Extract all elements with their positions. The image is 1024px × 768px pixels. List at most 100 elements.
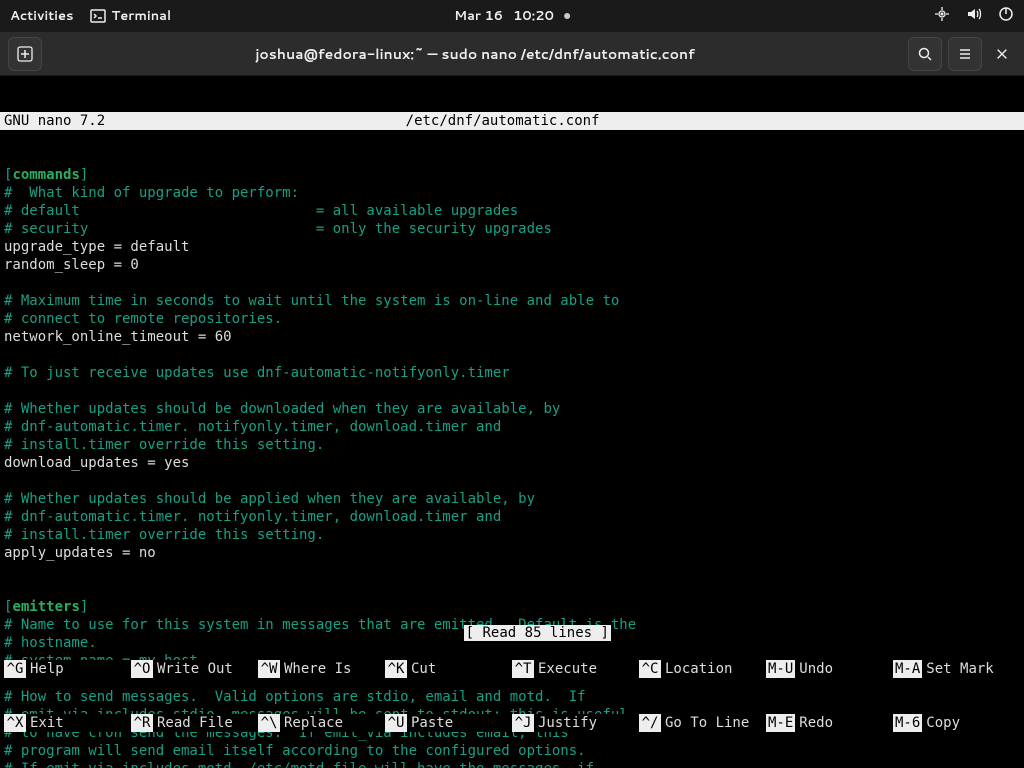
editor-line <box>4 382 1020 400</box>
editor-line: # Maximum time in seconds to wait until … <box>4 292 1020 310</box>
editor-line <box>4 472 1020 490</box>
editor-line: # dnf-automatic.timer. notifyonly.timer,… <box>4 508 1020 526</box>
shortcut-label: Copy <box>926 714 960 732</box>
menu-button[interactable] <box>948 37 982 71</box>
editor-line: # To just receive updates use dnf-automa… <box>4 364 1020 382</box>
new-tab-button[interactable] <box>8 37 42 71</box>
shortcut-label: Paste <box>411 714 453 732</box>
shortcut-key: M-U <box>766 660 795 678</box>
nano-shortcut: ^XExit <box>4 714 131 732</box>
running-app-terminal[interactable]: Terminal <box>90 7 172 25</box>
editor-line: # install.timer override this setting. <box>4 436 1020 454</box>
nano-shortcut: ^GHelp <box>4 660 131 678</box>
nano-version: GNU nano 7.2 <box>4 112 105 130</box>
shortcut-label: Execute <box>538 660 597 678</box>
nano-shortcut: ^KCut <box>385 660 512 678</box>
shortcut-key: M-A <box>893 660 922 678</box>
shortcut-label: Justify <box>538 714 597 732</box>
terminal-icon <box>90 8 106 24</box>
shortcut-label: Redo <box>799 714 833 732</box>
topbar-date: Mar 16 <box>454 7 503 25</box>
editor-line: upgrade_type = default <box>4 238 1020 256</box>
shortcut-key: ^C <box>639 660 661 678</box>
shortcut-label: Set Mark <box>926 660 993 678</box>
shortcut-key: ^O <box>131 660 153 678</box>
window-title: joshua@fedora-linux:~ — sudo nano /etc/d… <box>42 44 908 64</box>
editor-line: # Whether updates should be applied when… <box>4 490 1020 508</box>
system-tray[interactable] <box>934 6 1014 27</box>
gnome-topbar: Activities Terminal Mar 16 10:20 <box>0 0 1024 32</box>
editor-line: network_online_timeout = 60 <box>4 328 1020 346</box>
editor-line: # security = only the security upgrades <box>4 220 1020 238</box>
shortcut-key: ^U <box>385 714 407 732</box>
shortcut-key: M-E <box>766 714 795 732</box>
editor-line: # dnf-automatic.timer. notifyonly.timer,… <box>4 418 1020 436</box>
plus-icon <box>17 46 33 62</box>
nano-shortcut: ^TExecute <box>512 660 639 678</box>
shortcut-key: ^G <box>4 660 26 678</box>
editor-line: # connect to remote repositories. <box>4 310 1020 328</box>
nano-shortcut: M-UUndo <box>766 660 893 678</box>
topbar-time: 10:20 <box>513 7 554 25</box>
notification-dot-icon <box>564 13 570 19</box>
editor-line <box>4 346 1020 364</box>
nano-shortcuts-row-2: ^XExit^RRead File^\Replace^UPaste^JJusti… <box>0 714 1024 732</box>
search-button[interactable] <box>908 37 942 71</box>
shortcut-label: Exit <box>30 714 64 732</box>
shortcut-label: Replace <box>284 714 343 732</box>
editor-line: apply_updates = no <box>4 544 1020 562</box>
nano-shortcut: ^JJustify <box>512 714 639 732</box>
network-icon <box>934 6 950 27</box>
nano-status-message: [ Read 85 lines ] <box>464 625 611 641</box>
nano-filepath: /etc/dnf/automatic.conf <box>105 112 900 130</box>
shortcut-label: Undo <box>799 660 833 678</box>
terminal-viewport[interactable]: GNU nano 7.2 /etc/dnf/automatic.conf [co… <box>0 76 1024 768</box>
nano-shortcuts-row-1: ^GHelp^OWrite Out^WWhere Is^KCut^TExecut… <box>0 660 1024 678</box>
shortcut-key: ^/ <box>639 714 661 732</box>
shortcut-label: Location <box>665 660 732 678</box>
editor-line: [commands] <box>4 166 1020 184</box>
shortcut-key: ^R <box>131 714 153 732</box>
shortcut-key: ^\ <box>258 714 280 732</box>
close-icon <box>995 47 1009 61</box>
shortcut-label: Write Out <box>157 660 233 678</box>
editor-line: download_updates = yes <box>4 454 1020 472</box>
shortcut-label: Help <box>30 660 64 678</box>
shortcut-label: Read File <box>157 714 233 732</box>
editor-line: random_sleep = 0 <box>4 256 1020 274</box>
editor-line: # Whether updates should be downloaded w… <box>4 400 1020 418</box>
nano-shortcut: ^RRead File <box>131 714 258 732</box>
shortcut-key: ^J <box>512 714 534 732</box>
power-icon <box>998 6 1014 27</box>
shortcut-label: Where Is <box>284 660 351 678</box>
nano-shortcut: ^\Replace <box>258 714 385 732</box>
search-icon <box>917 46 933 62</box>
editor-line: # default = all available upgrades <box>4 202 1020 220</box>
hamburger-icon <box>957 46 973 62</box>
shortcut-key: ^X <box>4 714 26 732</box>
nano-shortcut: ^CLocation <box>639 660 766 678</box>
shortcut-key: ^W <box>258 660 280 678</box>
running-app-label: Terminal <box>112 7 172 25</box>
nano-shortcut: ^UPaste <box>385 714 512 732</box>
nano-shortcut: M-6Copy <box>893 714 1020 732</box>
activities-button[interactable]: Activities <box>10 7 74 25</box>
shortcut-key: M-6 <box>893 714 922 732</box>
nano-shortcut: ^WWhere Is <box>258 660 385 678</box>
nano-header: GNU nano 7.2 /etc/dnf/automatic.conf <box>0 112 1024 130</box>
nano-shortcut: ^OWrite Out <box>131 660 258 678</box>
shortcut-key: ^K <box>385 660 407 678</box>
terminal-titlebar: joshua@fedora-linux:~ — sudo nano /etc/d… <box>0 32 1024 76</box>
clock-area[interactable]: Mar 16 10:20 <box>454 7 570 25</box>
shortcut-key: ^T <box>512 660 534 678</box>
nano-shortcut: M-ASet Mark <box>893 660 1020 678</box>
shortcut-label: Go To Line <box>665 714 749 732</box>
editor-line: # What kind of upgrade to perform: <box>4 184 1020 202</box>
shortcut-label: Cut <box>411 660 436 678</box>
editor-line: # install.timer override this setting. <box>4 526 1020 544</box>
nano-status-line: [ Read 85 lines ] <box>0 606 1024 624</box>
nano-shortcut: M-ERedo <box>766 714 893 732</box>
editor-line <box>4 274 1020 292</box>
nano-shortcut: ^/Go To Line <box>639 714 766 732</box>
close-window-button[interactable] <box>988 40 1016 68</box>
